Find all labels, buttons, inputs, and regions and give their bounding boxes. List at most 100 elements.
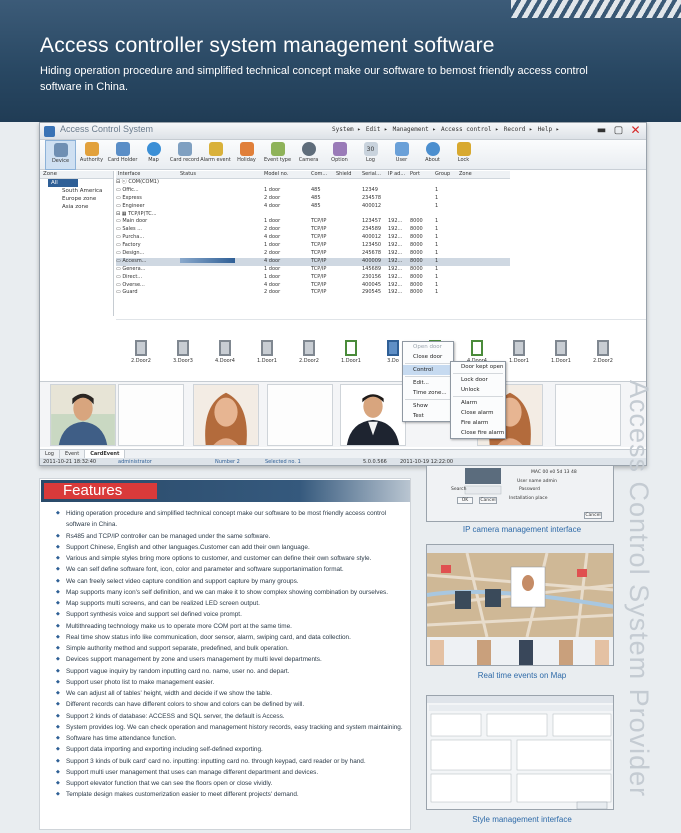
feature-item: Support elevator function that we can se… (54, 778, 404, 790)
menu-time-zone[interactable]: Time zone... (403, 388, 453, 398)
table-cell: 1 (435, 273, 439, 280)
table-row[interactable]: ⊟ ⓒ COM(COM1) (116, 179, 510, 187)
column-header[interactable]: Serial... (360, 171, 386, 178)
column-header[interactable]: Group (433, 171, 457, 178)
event-type-icon (270, 142, 285, 156)
menu-help[interactable]: Help ▸ (538, 126, 560, 133)
door-tile[interactable]: 2.Door2 (124, 340, 158, 364)
zone-item-asia[interactable]: Asia zone (40, 203, 113, 211)
menu-door-kept-open[interactable]: Door kept open (451, 362, 505, 372)
menu-alarm[interactable]: Alarm (451, 398, 505, 408)
minimize-icon[interactable]: ▬ (595, 124, 608, 137)
table-cell (334, 250, 360, 258)
table-row[interactable]: ▭ Purcha... 4 door TCP/IP 400012 192... 8000 1 (116, 234, 510, 242)
door-tile[interactable]: 4.Door4 (208, 340, 242, 364)
column-header[interactable]: Interface (116, 171, 178, 178)
toolbar-authority-button[interactable]: Authority (76, 140, 107, 170)
toolbar-card-holder-button[interactable]: Card Holder (107, 140, 138, 170)
menu-edit[interactable]: Edit ▸ (366, 126, 388, 133)
table-cell (386, 179, 408, 187)
table-row[interactable]: ▭ Design... 2 door TCP/IP 245678 192... 8000 1 (116, 250, 510, 258)
status-user: administrator (118, 459, 152, 465)
door-icon (513, 340, 525, 356)
cancel-button[interactable]: Cancel (479, 497, 497, 504)
table-cell: 1 (435, 242, 439, 249)
menu-management[interactable]: Management ▸ (393, 126, 436, 133)
toolbar-map-button[interactable]: Map (138, 140, 169, 170)
table-row[interactable]: ▭ Express 2 door 485 234578 1 (116, 195, 510, 203)
tab-log[interactable]: Log (40, 450, 60, 458)
table-row[interactable]: ▭ Overse... 4 door TCP/IP 400045 192... 8000 1 (116, 282, 510, 290)
toolbar-event-type-button[interactable]: Event type (262, 140, 293, 170)
close-icon[interactable]: ✕ (629, 124, 642, 137)
table-row[interactable]: ▭ Main door 1 door TCP/IP 123457 192... 8000 1 (116, 218, 510, 226)
door-tile[interactable]: 1.Door1 (544, 340, 578, 364)
table-row[interactable]: ▭ Offic... 1 door 485 12349 1 (116, 187, 510, 195)
tab-event[interactable]: Event (60, 450, 86, 458)
table-row[interactable]: ▭ Genera... 1 door TCP/IP 145689 192... 8000 1 (116, 266, 510, 274)
door-tile[interactable]: 1.Door1 (334, 340, 368, 364)
door-tile[interactable]: 3.Door3 (166, 340, 200, 364)
maximize-icon[interactable]: ▢ (612, 124, 625, 137)
menu-unlock[interactable]: Unlock (451, 385, 505, 395)
table-row[interactable]: ▭ Sales ... 2 door TCP/IP 234589 192... 8000 1 (116, 226, 510, 234)
table-cell: 1 (435, 234, 439, 241)
photo-slot (118, 384, 184, 446)
door-tile[interactable]: 1.Door1 (250, 340, 284, 364)
menu-show[interactable]: Show (403, 401, 453, 411)
door-tile[interactable]: 1.Door1 (502, 340, 536, 364)
toolbar-about-button[interactable]: About (417, 140, 448, 170)
door-label: 1.Door1 (509, 358, 529, 364)
table-row[interactable]: ⊟ ▦ TCP/IP(TC... (116, 211, 510, 219)
photo-slot (555, 384, 621, 446)
menu-close-fire-alarm[interactable]: Close fire alarm (451, 428, 505, 438)
toolbar-lock-button[interactable]: Lock (448, 140, 479, 170)
menu-close-door[interactable]: Close door (403, 352, 453, 362)
menu-open-door[interactable]: Open door (403, 342, 453, 352)
menu-close-alarm[interactable]: Close alarm (451, 408, 505, 418)
column-header[interactable]: Model no. (262, 171, 309, 178)
table-cell (309, 179, 334, 187)
column-header[interactable]: Shield (334, 171, 360, 178)
toolbar-label: Device (51, 158, 70, 164)
column-header[interactable]: Status (178, 171, 262, 178)
toolbar-option-button[interactable]: Option (324, 140, 355, 170)
tab-card-event[interactable]: CardEvent (85, 450, 126, 458)
ok-button[interactable]: OK (457, 497, 473, 504)
menu-control[interactable]: Control (403, 365, 453, 375)
table-row[interactable]: ▭ Accesm... 4 door TCP/IP 400009 192... 8000 1 (116, 257, 510, 266)
table-row[interactable]: ▭ Direct... 1 door TCP/IP 230156 192... 8000 1 (116, 274, 510, 282)
zone-item-south-america[interactable]: South America (40, 187, 113, 195)
table-row[interactable]: ▭ Factory 1 door TCP/IP 123450 192... 8000 1 (116, 242, 510, 250)
toolbar-user-button[interactable]: User (386, 140, 417, 170)
toolbar-holiday-button[interactable]: Holiday (231, 140, 262, 170)
toolbar-log-button[interactable]: 30 Log (355, 140, 386, 170)
door-tile[interactable]: 2.Door2 (586, 340, 620, 364)
toolbar-alarm-event-button[interactable]: Alarm event (200, 140, 231, 170)
door-tile[interactable]: 2.Door2 (292, 340, 326, 364)
feature-item: System provides log. We can check operat… (54, 722, 404, 734)
toolbar-camera-button[interactable]: Camera (293, 140, 324, 170)
toolbar-card-record-button[interactable]: Card record (169, 140, 200, 170)
toolbar-device-button[interactable]: Device (45, 140, 76, 170)
column-header[interactable]: Port (408, 171, 433, 178)
zone-item-europe[interactable]: Europe zone (40, 195, 113, 203)
column-header[interactable]: IP ad... (386, 171, 408, 178)
password-label: Password (519, 487, 541, 492)
menu-fire-alarm[interactable]: Fire alarm (451, 418, 505, 428)
search-button[interactable]: Search (451, 487, 466, 492)
column-header[interactable]: Zone (457, 171, 510, 178)
menu-system[interactable]: System ▸ (332, 126, 361, 133)
menu-test[interactable]: Test (403, 411, 453, 421)
menu-lock-door[interactable]: Lock door (451, 375, 505, 385)
column-header[interactable]: Com... (309, 171, 334, 178)
menu-access-control[interactable]: Access control ▸ (441, 126, 499, 133)
close-dialog-button[interactable]: Cancel (584, 512, 602, 519)
table-row[interactable]: ▭ Engineer 4 door 485 400012 1 (116, 203, 510, 211)
menu-edit-item[interactable]: Edit... (403, 378, 453, 388)
menu-record[interactable]: Record ▸ (504, 126, 533, 133)
table-row[interactable]: ▭ Guard 2 door TCP/IP 290545 192... 8000 1 (116, 289, 510, 297)
feature-item: Support multi user management that uses … (54, 767, 404, 779)
toolbar-label: Authority (79, 157, 104, 163)
zone-item-all[interactable]: All (48, 179, 78, 187)
